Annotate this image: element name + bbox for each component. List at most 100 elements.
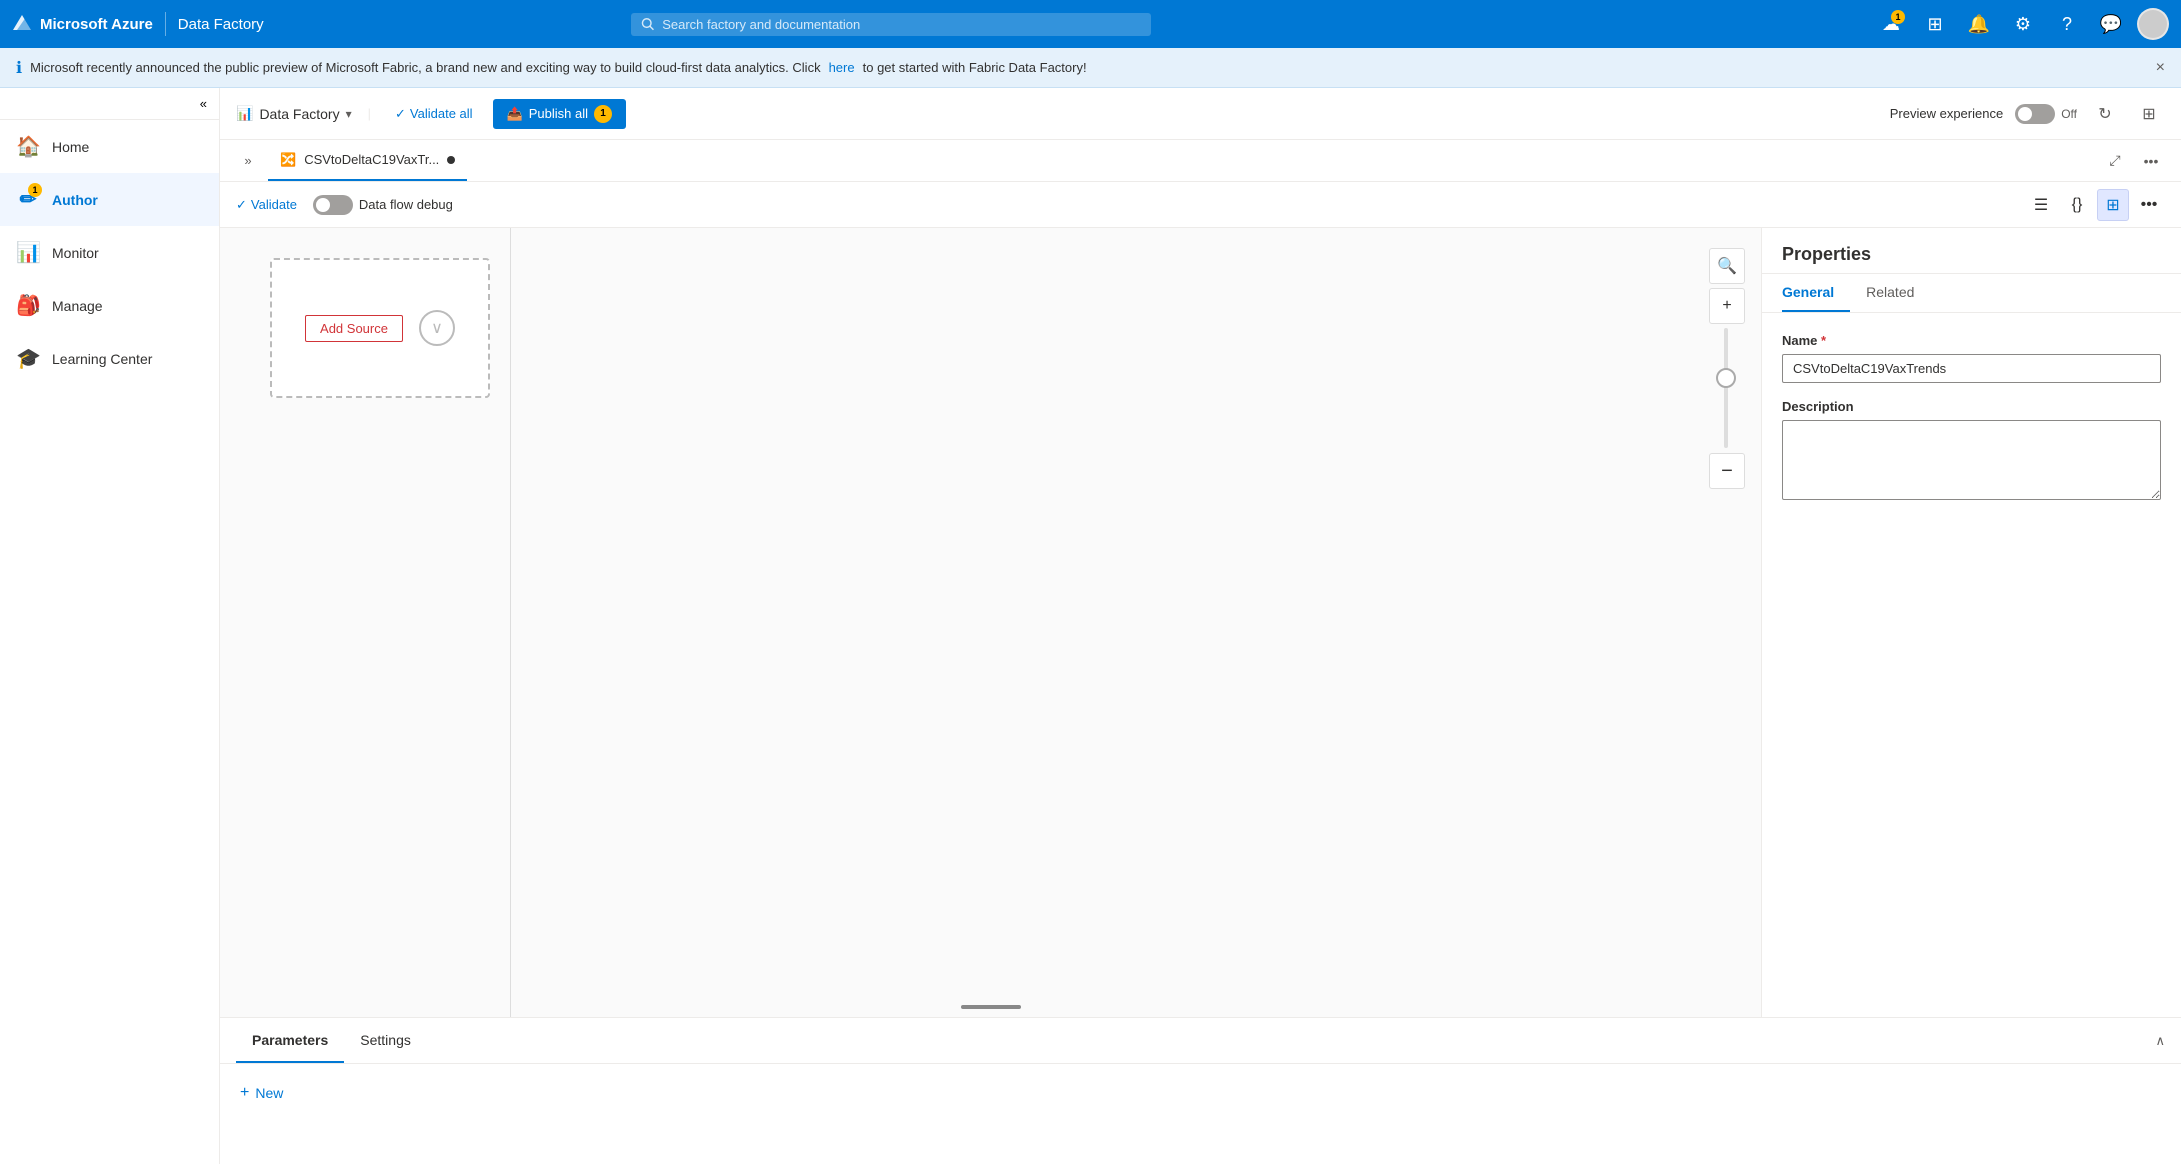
toggle-track[interactable]	[2015, 104, 2055, 124]
nav-icons: ☁ 1 ⊞ 🔔 ⚙ ? 💬	[1873, 6, 2169, 42]
parameters-tab[interactable]: Parameters	[236, 1018, 344, 1063]
bottom-panel-collapse-button[interactable]: ∧	[2155, 1033, 2165, 1049]
brand-name: Microsoft Azure	[40, 16, 153, 33]
sidebar-item-monitor[interactable]: 📊 Monitor	[0, 226, 219, 279]
cloud-icon-btn[interactable]: ☁ 1	[1873, 6, 1909, 42]
sub-toolbar: ✓ Validate Data flow debug ☰ {} ⊞ •••	[220, 182, 2181, 228]
banner-link[interactable]: here	[829, 60, 855, 75]
toolbar-brand-chevron: ▾	[346, 107, 352, 121]
debug-toggle[interactable]: Data flow debug	[313, 195, 453, 215]
search-icon	[641, 17, 654, 31]
bottom-tabs: Parameters Settings ∧	[220, 1018, 2181, 1064]
active-tab[interactable]: 🔀 CSVtoDeltaC19VaxTr...	[268, 140, 467, 181]
debug-toggle-thumb	[316, 198, 330, 212]
preview-label: Preview experience	[1890, 106, 2003, 121]
sidebar-item-author-label: Author	[52, 192, 98, 208]
add-source-inner: Add Source ∨	[305, 310, 455, 346]
monitor-icon: 📊	[16, 240, 40, 265]
properties-title: Properties	[1762, 228, 2181, 274]
debug-toggle-track[interactable]	[313, 195, 353, 215]
sidebar-item-author[interactable]: ✏ Author 1	[0, 173, 219, 226]
properties-body: Name * Description	[1762, 313, 2181, 1017]
collapse-icon: «	[200, 96, 207, 111]
brand-logo[interactable]: Microsoft Azure	[12, 14, 153, 34]
search-bar[interactable]	[631, 13, 1151, 36]
info-banner: ℹ Microsoft recently announced the publi…	[0, 48, 2181, 88]
sidebar-item-manage-label: Manage	[52, 298, 103, 314]
feedback-icon-btn[interactable]: 💬	[2093, 6, 2129, 42]
sidebar-item-monitor-label: Monitor	[52, 245, 99, 261]
learning-icon: 🎓	[16, 346, 40, 371]
main-toolbar: 📊 Data Factory ▾ | ✓ Validate all 📤 Publ…	[220, 88, 2181, 140]
list-view-button[interactable]: ☰	[2025, 189, 2057, 221]
tab-bar: » 🔀 CSVtoDeltaC19VaxTr... ⤢ •••	[220, 140, 2181, 182]
expand-panel-button[interactable]: »	[236, 149, 260, 173]
visual-view-button[interactable]: ⊞	[2097, 189, 2129, 221]
user-avatar[interactable]	[2137, 8, 2169, 40]
publish-label: Publish all	[529, 106, 588, 121]
code-view-button[interactable]: {}	[2061, 189, 2093, 221]
preview-toggle[interactable]: Off	[2015, 104, 2077, 124]
bell-icon-btn[interactable]: 🔔	[1961, 6, 1997, 42]
sidebar-item-home[interactable]: 🏠 Home	[0, 120, 219, 173]
toolbar-right: Preview experience Off ↻ ⊞	[1890, 98, 2165, 130]
settings-tab[interactable]: Settings	[344, 1018, 427, 1063]
new-parameter-button[interactable]: + New	[240, 1080, 283, 1106]
validate-link-label: Validate	[251, 197, 297, 212]
dataflow-icon: 🔀	[280, 152, 296, 168]
toggle-thumb	[2018, 107, 2032, 121]
grid-icon-btn[interactable]: ⊞	[1917, 6, 1953, 42]
canvas-search-button[interactable]: 🔍	[1709, 248, 1745, 284]
sidebar-item-manage[interactable]: 🎒 Manage	[0, 279, 219, 332]
chevron-down-icon: ∨	[419, 310, 455, 346]
tab-related[interactable]: Related	[1866, 274, 1930, 312]
tab-more-button[interactable]: •••	[2137, 147, 2165, 175]
publish-all-button[interactable]: 📤 Publish all 1	[493, 99, 626, 129]
expand-tab-button[interactable]: ⤢	[2101, 147, 2129, 175]
search-input[interactable]	[662, 17, 1141, 32]
banner-close-button[interactable]: ×	[2156, 59, 2165, 77]
toggle-off-label: Off	[2061, 107, 2077, 121]
author-badge: 1	[28, 183, 42, 197]
zoom-slider-thumb[interactable]	[1716, 368, 1736, 388]
canvas-tools: 🔍 +	[1709, 248, 1745, 324]
more-options-button[interactable]: •••	[2133, 189, 2165, 221]
new-button-label: New	[255, 1085, 283, 1101]
nav-divider	[165, 12, 166, 36]
zoom-out-button[interactable]: −	[1709, 453, 1745, 489]
properties-panel: Properties General Related Name * Descri…	[1761, 228, 2181, 1017]
info-icon: ℹ	[16, 58, 22, 78]
sidebar-collapse-button[interactable]: «	[0, 88, 219, 120]
columns-button[interactable]: ⊞	[2133, 98, 2165, 130]
validate-all-button[interactable]: ✓ Validate all	[387, 102, 481, 126]
tab-general[interactable]: General	[1782, 274, 1850, 312]
validate-button[interactable]: ✓ Validate	[236, 197, 297, 213]
tab-modified-dot	[447, 156, 455, 164]
scroll-hint	[961, 1005, 1021, 1009]
name-input[interactable]	[1782, 354, 2161, 383]
gear-icon-btn[interactable]: ⚙	[2005, 6, 2041, 42]
home-icon: 🏠	[16, 134, 40, 159]
toolbar-separator: |	[368, 106, 371, 121]
flow-canvas[interactable]: Add Source ∨ 🔍 + −	[220, 228, 1761, 1017]
refresh-button[interactable]: ↻	[2089, 98, 2121, 130]
zoom-slider-track[interactable]	[1724, 328, 1728, 448]
zoom-in-button[interactable]: +	[1709, 288, 1745, 324]
description-textarea[interactable]	[1782, 420, 2161, 500]
azure-icon	[12, 14, 32, 34]
content-area: 📊 Data Factory ▾ | ✓ Validate all 📤 Publ…	[220, 88, 2181, 1164]
top-navigation: Microsoft Azure Data Factory ☁ 1 ⊞ 🔔 ⚙ ?…	[0, 0, 2181, 48]
sidebar-item-learning[interactable]: 🎓 Learning Center	[0, 332, 219, 385]
canvas-divider	[510, 228, 511, 1017]
banner-text-after: to get started with Fabric Data Factory!	[863, 60, 1087, 75]
validate-icon: ✓	[395, 106, 406, 122]
add-source-button[interactable]: Add Source	[305, 315, 403, 342]
toolbar-brand[interactable]: 📊 Data Factory ▾	[236, 105, 352, 122]
validate-label: Validate all	[410, 106, 473, 121]
name-field-label: Name *	[1782, 333, 2161, 348]
app-name: Data Factory	[178, 16, 264, 33]
help-icon-btn[interactable]: ?	[2049, 6, 2085, 42]
publish-badge: 1	[594, 105, 612, 123]
zoom-slider-container[interactable]	[1724, 328, 1728, 448]
toolbar-brand-icon: 📊	[236, 105, 253, 122]
